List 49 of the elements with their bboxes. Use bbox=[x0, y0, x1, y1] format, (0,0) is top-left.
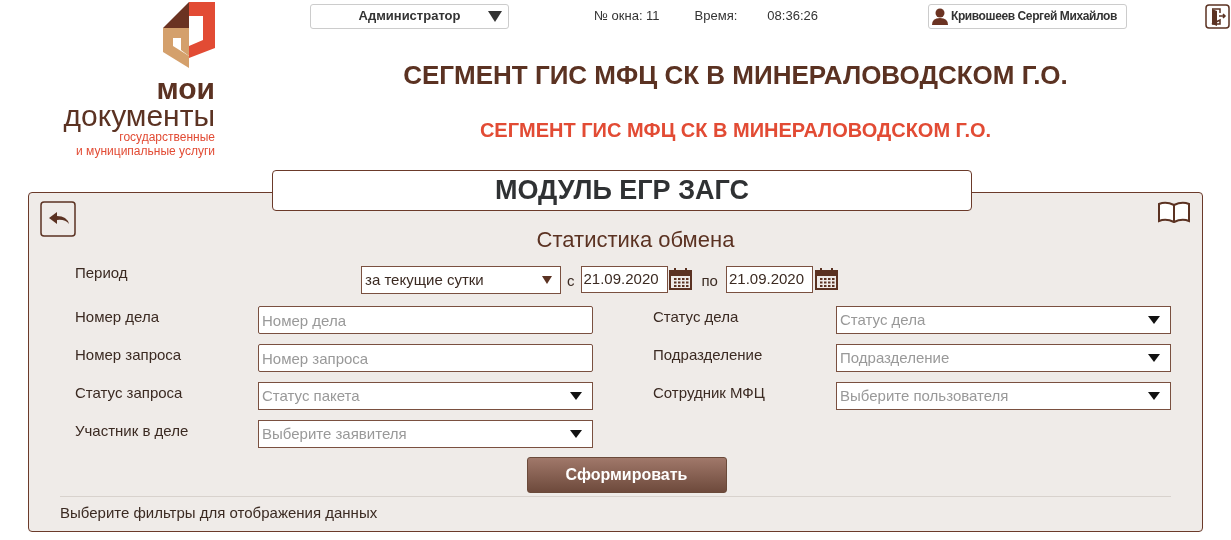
logout-icon[interactable] bbox=[1204, 3, 1230, 29]
date-field[interactable]: 21.09.2020 bbox=[725, 266, 813, 293]
book-icon[interactable] bbox=[1157, 201, 1191, 223]
form-title: Статистика обмена bbox=[535, 226, 736, 254]
field-label: Номер запроса bbox=[75, 345, 183, 365]
field-label: Номер дела bbox=[75, 307, 161, 327]
caret-icon bbox=[570, 430, 582, 438]
logo-icon bbox=[163, 2, 215, 68]
status-message: Выберите фильтры для отображения данных bbox=[60, 503, 379, 523]
logo-text: мои bbox=[156, 76, 215, 102]
period-dropdown[interactable]: за текущие сутки bbox=[361, 266, 561, 294]
caret-icon bbox=[570, 392, 582, 400]
module-title: МОДУЛЬ ЕГР ЗАГС bbox=[272, 170, 972, 211]
field-label: Подразделение bbox=[653, 345, 764, 365]
caret-icon bbox=[488, 10, 502, 22]
window-number: № окна: 11 bbox=[594, 7, 660, 26]
caret-icon bbox=[1148, 392, 1160, 400]
calendar-icon[interactable] bbox=[814, 268, 838, 290]
field-label: Участник в деле bbox=[75, 421, 190, 441]
role-dropdown[interactable]: Администратор bbox=[310, 3, 509, 29]
time-value: 08:36:26 bbox=[767, 7, 818, 26]
logo-subtitle: и муниципальные услуги bbox=[76, 144, 215, 158]
date-field[interactable]: 21.09.2020 bbox=[580, 266, 668, 293]
back-button[interactable] bbox=[40, 201, 76, 237]
calendar-icon[interactable] bbox=[668, 268, 692, 290]
submit-button[interactable]: Сформировать bbox=[526, 457, 727, 493]
date-label: по bbox=[701, 271, 718, 291]
logo-subtitle: государственные bbox=[119, 130, 215, 144]
dropdown-field[interactable]: Выберите заявителя bbox=[258, 420, 593, 448]
dropdown-field[interactable]: Статус пакета bbox=[258, 382, 593, 410]
text-field[interactable]: Номер запроса bbox=[258, 344, 593, 372]
caret-icon bbox=[1148, 354, 1160, 362]
field-label: Статус дела bbox=[653, 307, 740, 327]
date-label: с bbox=[567, 271, 575, 291]
caret-icon bbox=[542, 276, 552, 284]
page-title: СЕГМЕНТ ГИС МФЦ СК В МИНЕРАЛОВОДСКОМ Г.О. bbox=[403, 59, 1068, 92]
logo-text: документы bbox=[63, 102, 215, 130]
dropdown-field[interactable]: Статус дела bbox=[836, 306, 1171, 334]
caret-icon bbox=[1148, 316, 1160, 324]
dropdown-field[interactable]: Выберите пользователя bbox=[836, 382, 1171, 410]
field-label: Период bbox=[75, 263, 129, 283]
field-label: Статус запроса bbox=[75, 383, 184, 403]
time-label: Время: bbox=[694, 7, 738, 26]
field-label: Сотрудник МФЦ bbox=[653, 383, 766, 403]
user-menu[interactable]: Кривошеев Сергей Михайлов bbox=[927, 3, 1127, 29]
page-subtitle: СЕГМЕНТ ГИС МФЦ СК В МИНЕРАЛОВОДСКОМ Г.О. bbox=[479, 118, 992, 143]
user-icon bbox=[931, 7, 948, 25]
text-field[interactable]: Номер дела bbox=[258, 306, 593, 334]
dropdown-field[interactable]: Подразделение bbox=[836, 344, 1171, 372]
